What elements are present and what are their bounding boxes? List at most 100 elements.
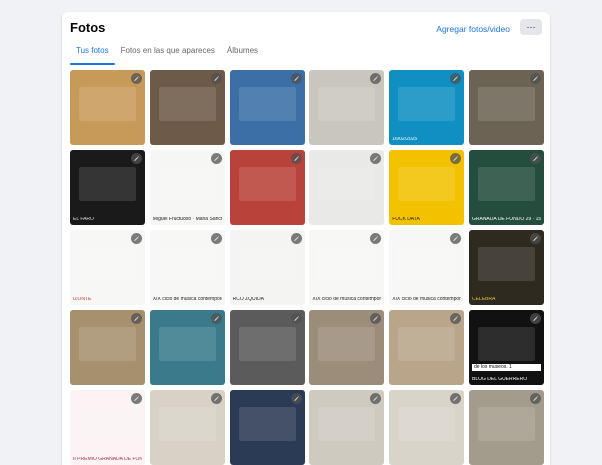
photo-image xyxy=(318,86,376,121)
photo-thumbnail[interactable] xyxy=(70,70,145,145)
photo-image xyxy=(398,166,456,201)
photo-image xyxy=(79,166,136,201)
photo-thumbnail[interactable] xyxy=(70,310,145,385)
pencil-icon[interactable] xyxy=(529,73,541,84)
photo-thumbnail[interactable]: 16/02/2025 xyxy=(389,70,465,145)
photo-caption: RCO ZQUIDA xyxy=(232,296,264,302)
pencil-icon[interactable] xyxy=(131,73,142,84)
photo-image xyxy=(158,246,216,281)
more-options-button[interactable]: ··· xyxy=(520,19,542,35)
pencil-icon[interactable] xyxy=(450,393,462,404)
photo-image xyxy=(79,246,136,281)
photo-thumbnail[interactable]: BLOG DEL GUERRERO de los museos. 1 xyxy=(468,310,544,385)
photo-image xyxy=(477,406,535,441)
photo-image xyxy=(318,326,376,361)
photo-image xyxy=(398,246,456,281)
photo-thumbnail[interactable]: Miguel Fructuoso · Maria Sánchez · Migue… xyxy=(149,150,225,225)
photos-header: Fotos Agregar fotos/video ··· xyxy=(70,18,542,40)
photo-image xyxy=(477,86,535,121)
photo-thumbnail[interactable] xyxy=(468,390,544,465)
tab-your-photos[interactable]: Tus fotos xyxy=(70,45,115,65)
photo-thumbnail[interactable]: FUCK DATA xyxy=(389,150,465,225)
photo-caption: FUCK DATA xyxy=(392,216,420,222)
photo-thumbnail[interactable] xyxy=(309,150,385,225)
photo-thumbnail[interactable] xyxy=(389,390,465,465)
add-photos-video-link[interactable]: Agregar fotos/video xyxy=(436,24,510,34)
pencil-icon[interactable] xyxy=(210,153,222,164)
pencil-icon[interactable] xyxy=(450,233,462,244)
photo-thumbnail[interactable] xyxy=(389,310,465,385)
photo-thumbnail[interactable]: XIX ciclo de música contemporánea xyxy=(149,230,225,305)
photo-thumbnail[interactable] xyxy=(149,390,225,465)
photo-image xyxy=(477,326,535,361)
photo-thumbnail[interactable]: II PREMIO GRANADA DE FONDO xyxy=(70,390,145,465)
photo-caption: CELEBRA xyxy=(471,296,496,302)
pencil-icon[interactable] xyxy=(131,233,142,244)
tab-photos-of-you[interactable]: Fotos en las que apareces xyxy=(115,45,221,65)
photo-thumbnail[interactable] xyxy=(229,390,305,465)
pencil-icon[interactable] xyxy=(529,393,541,404)
pencil-icon[interactable] xyxy=(131,313,142,324)
photo-caption: XIX ciclo de música contemporánea xyxy=(312,296,382,302)
photo-caption: XIX ciclo de música contemporánea xyxy=(392,296,461,302)
photo-image xyxy=(477,166,535,201)
pencil-icon[interactable] xyxy=(290,233,302,244)
pencil-icon[interactable] xyxy=(450,153,462,164)
photo-subcaption: de los museos. 1 xyxy=(471,363,541,371)
pencil-icon[interactable] xyxy=(370,153,382,164)
photos-tabs: Tus fotos Fotos en las que apareces Álbu… xyxy=(70,45,264,65)
pencil-icon[interactable] xyxy=(370,73,382,84)
pencil-icon[interactable] xyxy=(210,233,222,244)
photo-image xyxy=(158,326,216,361)
photo-thumbnail[interactable]: XIX ciclo de música contemporánea xyxy=(309,230,385,305)
photo-caption: Miguel Fructuoso · Maria Sánchez · Migue… xyxy=(152,216,222,222)
photo-caption: II PREMIO GRANADA DE FONDO xyxy=(73,456,142,462)
photo-thumbnail[interactable] xyxy=(229,150,305,225)
photo-thumbnail[interactable] xyxy=(149,70,225,145)
pencil-icon[interactable] xyxy=(210,73,222,84)
pencil-icon[interactable] xyxy=(370,313,382,324)
photo-thumbnail[interactable]: CELEBRA xyxy=(468,230,544,305)
photo-thumbnail[interactable] xyxy=(309,310,385,385)
photo-thumbnail[interactable] xyxy=(309,390,385,465)
photo-thumbnail[interactable]: IZONTE xyxy=(70,230,145,305)
pencil-icon[interactable] xyxy=(210,393,222,404)
pencil-icon[interactable] xyxy=(290,393,302,404)
pencil-icon[interactable] xyxy=(290,153,302,164)
photo-thumbnail[interactable] xyxy=(309,70,385,145)
pencil-icon[interactable] xyxy=(529,313,541,324)
pencil-icon[interactable] xyxy=(529,233,541,244)
pencil-icon[interactable] xyxy=(370,393,382,404)
pencil-icon[interactable] xyxy=(290,73,302,84)
pencil-icon[interactable] xyxy=(370,233,382,244)
photo-caption: EL FARO xyxy=(73,216,94,222)
photo-image xyxy=(79,406,136,441)
photo-thumbnail[interactable] xyxy=(149,310,225,385)
photo-thumbnail[interactable] xyxy=(468,70,544,145)
pencil-icon[interactable] xyxy=(131,393,142,404)
photo-thumbnail[interactable]: GRANADA DE FONDO 29 · 15 xyxy=(468,150,544,225)
tab-albums[interactable]: Álbumes xyxy=(221,45,264,65)
pencil-icon[interactable] xyxy=(529,153,541,164)
pencil-icon[interactable] xyxy=(450,313,462,324)
photo-image xyxy=(318,246,376,281)
photo-thumbnail[interactable]: EL FARO xyxy=(70,150,145,225)
photo-thumbnail[interactable] xyxy=(229,310,305,385)
pencil-icon[interactable] xyxy=(290,313,302,324)
photo-image xyxy=(398,406,456,441)
pencil-icon[interactable] xyxy=(450,73,462,84)
photo-thumbnail[interactable]: XIX ciclo de música contemporánea xyxy=(389,230,465,305)
photo-image xyxy=(238,406,296,441)
photo-image xyxy=(318,406,376,441)
pencil-icon[interactable] xyxy=(131,153,142,164)
page-title: Fotos xyxy=(70,20,106,35)
photo-thumbnail[interactable]: RCO ZQUIDA xyxy=(229,230,305,305)
photo-thumbnail[interactable] xyxy=(229,70,305,145)
photo-caption: GRANADA DE FONDO 29 · 15 xyxy=(471,216,541,222)
photo-image xyxy=(398,326,456,361)
photo-image xyxy=(238,246,296,281)
photo-caption: XIX ciclo de música contemporánea xyxy=(152,296,222,302)
photo-image xyxy=(158,406,216,441)
photo-image xyxy=(398,86,456,121)
pencil-icon[interactable] xyxy=(210,313,222,324)
